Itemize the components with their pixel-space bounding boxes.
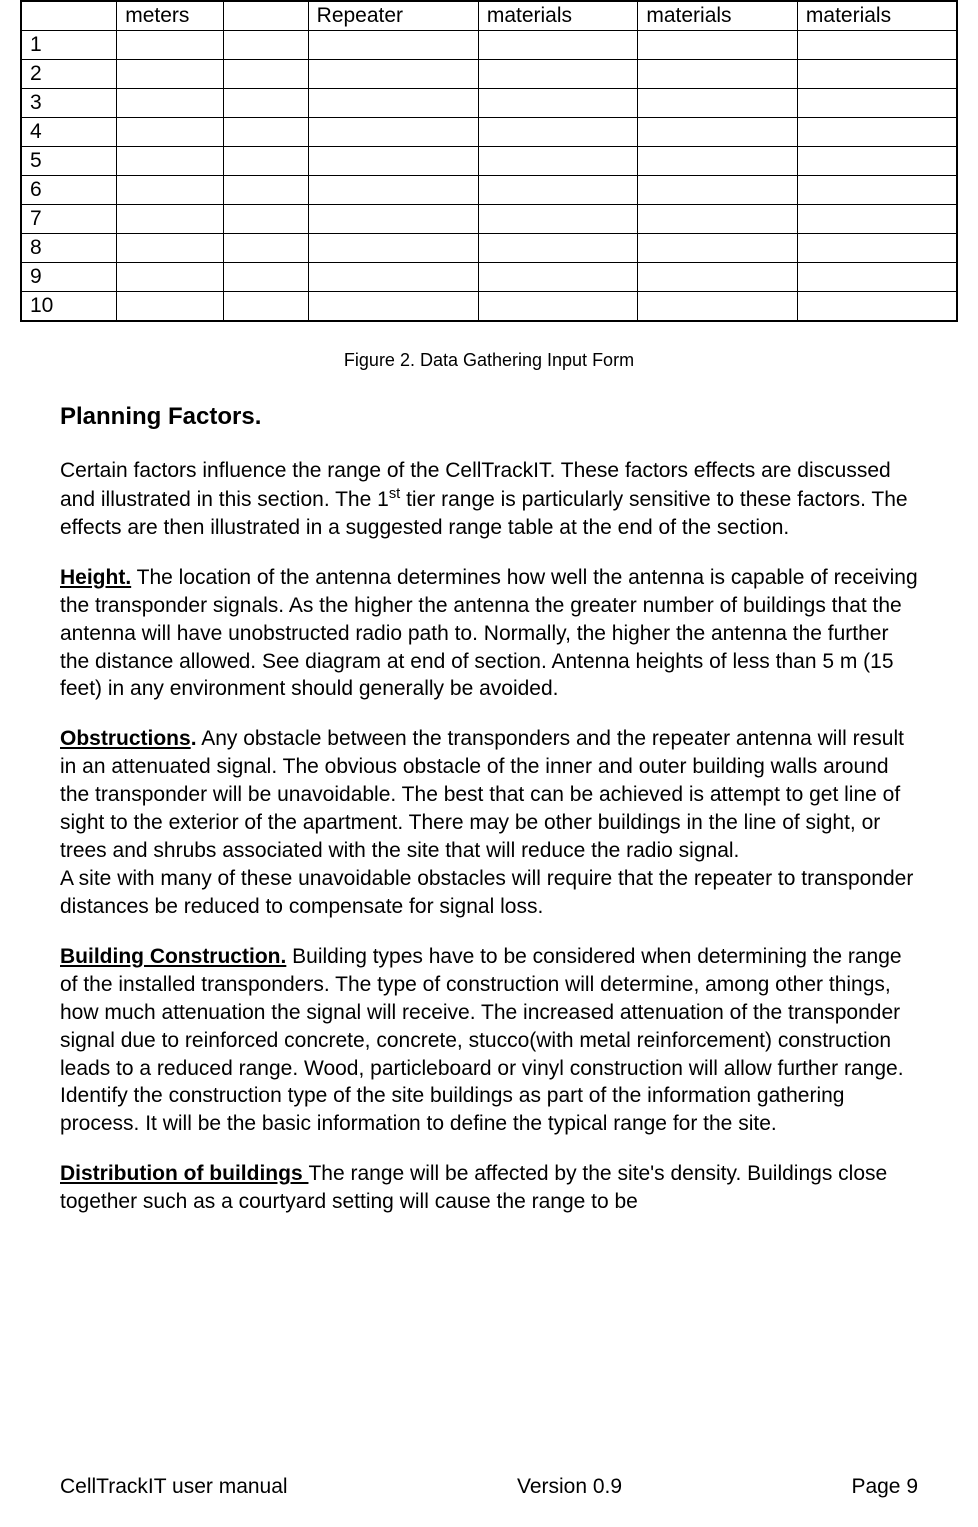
section-heading: Planning Factors. (60, 403, 918, 431)
table-header: materials (638, 1, 798, 31)
footer-center: Version 0.9 (517, 1475, 622, 1499)
intro-paragraph: Certain factors influence the range of t… (60, 457, 918, 542)
distribution-label: Distribution of buildings (60, 1162, 308, 1185)
footer-left: CellTrackIT user manual (60, 1475, 288, 1499)
table-row: 2 (21, 60, 957, 89)
height-label: Height. (60, 566, 131, 589)
table-header-row: meters Repeater materials materials mate… (21, 1, 957, 31)
table-row: 3 (21, 89, 957, 118)
table-header (21, 1, 117, 31)
height-paragraph: Height. The location of the antenna dete… (60, 564, 918, 704)
distribution-paragraph: Distribution of buildings The range will… (60, 1160, 918, 1216)
table-body: 1 2 3 4 5 6 7 8 9 10 (21, 31, 957, 322)
data-gathering-table: meters Repeater materials materials mate… (20, 0, 958, 322)
page-footer: CellTrackIT user manual Version 0.9 Page… (0, 1475, 978, 1499)
table-row: 4 (21, 118, 957, 147)
table-row: 6 (21, 176, 957, 205)
table-row: 10 (21, 292, 957, 322)
figure-caption: Figure 2. Data Gathering Input Form (20, 350, 958, 371)
obstructions-paragraph: Obstructions. Any obstacle between the t… (60, 725, 918, 865)
table-header: Repeater (308, 1, 478, 31)
table-header (223, 1, 308, 31)
obstructions-label: Obstructions (60, 727, 191, 750)
table-header: materials (797, 1, 957, 31)
table-row: 7 (21, 205, 957, 234)
table-row: 1 (21, 31, 957, 60)
building-label: Building Construction. (60, 945, 286, 968)
table-header: meters (117, 1, 223, 31)
building-paragraph: Building Construction. Building types ha… (60, 943, 918, 1138)
content-area: Planning Factors. Certain factors influe… (20, 403, 958, 1216)
table-row: 9 (21, 263, 957, 292)
table-row: 8 (21, 234, 957, 263)
obstructions-paragraph-2: A site with many of these unavoidable ob… (60, 865, 918, 921)
footer-right: Page 9 (851, 1475, 918, 1499)
table-header: materials (478, 1, 638, 31)
table-row: 5 (21, 147, 957, 176)
